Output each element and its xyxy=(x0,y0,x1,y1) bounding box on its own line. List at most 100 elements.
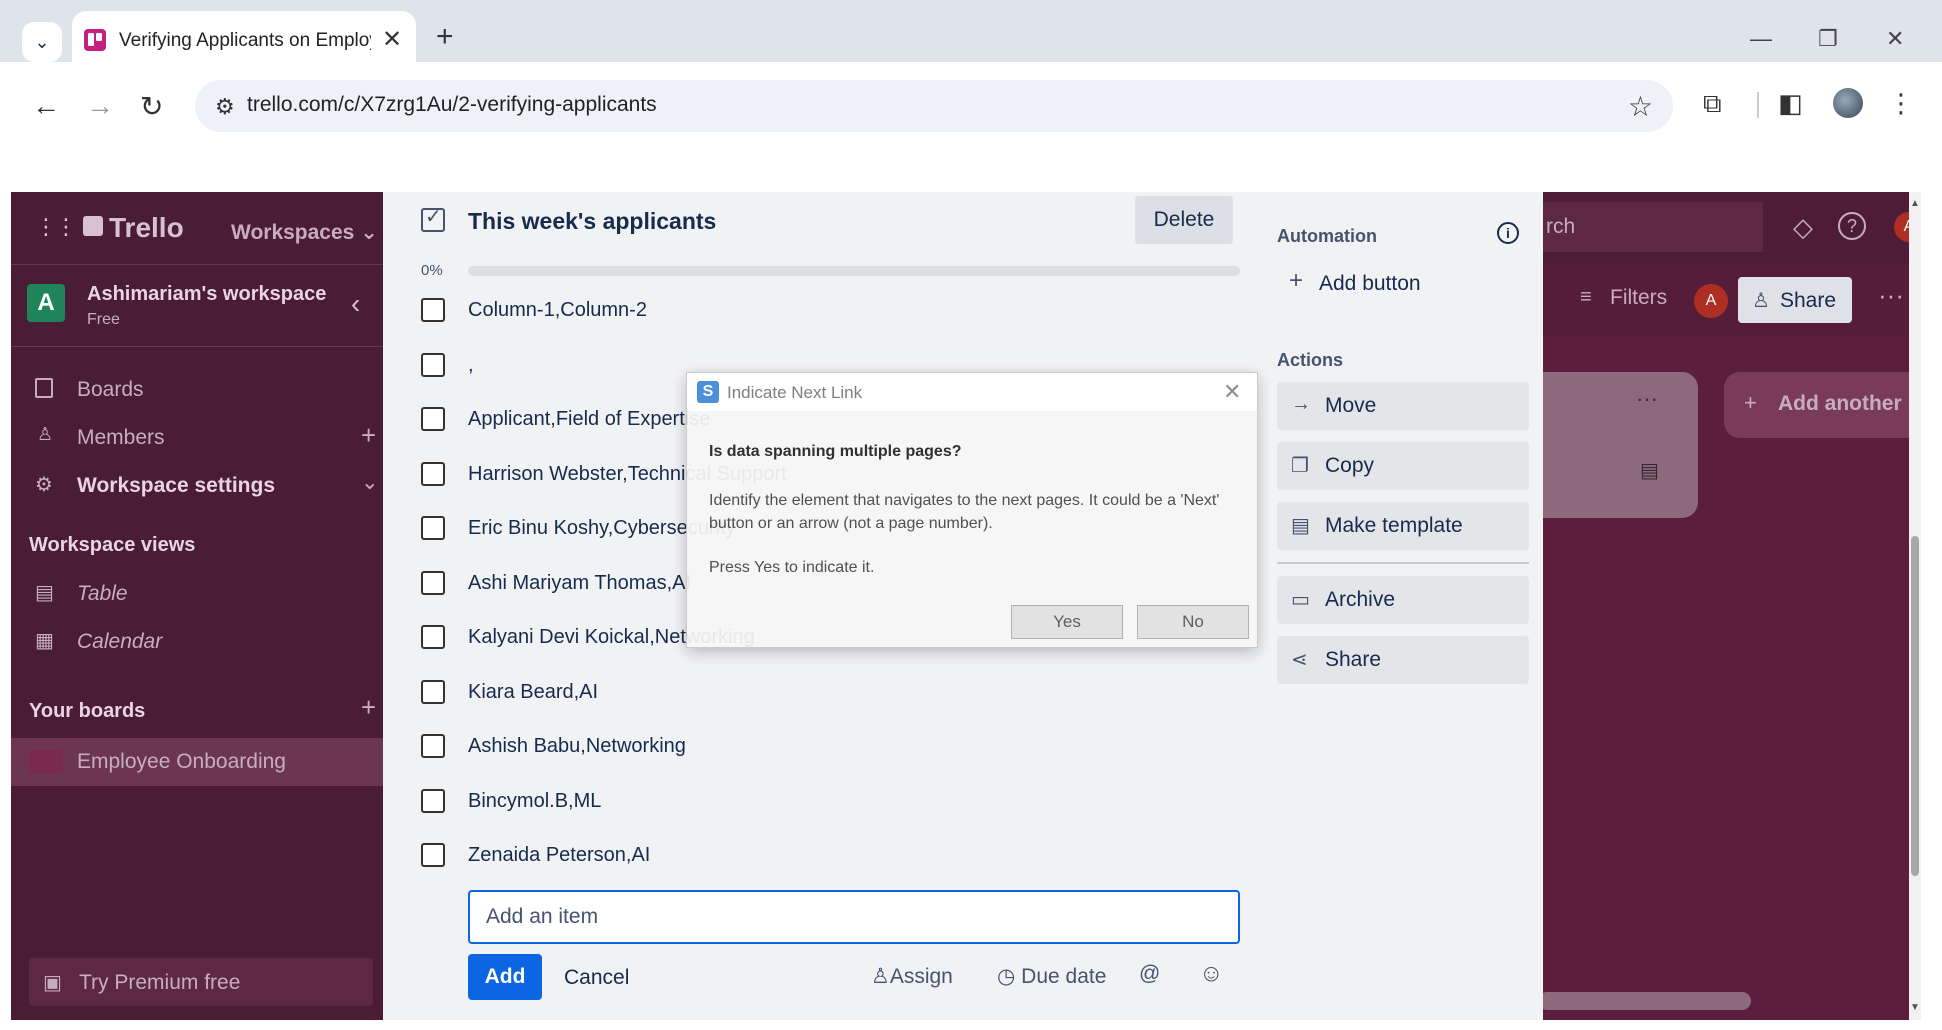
action-label: Share xyxy=(1325,648,1382,671)
close-window-icon[interactable]: ✕ xyxy=(1886,26,1904,52)
copy-button[interactable]: ❐ Copy xyxy=(1277,442,1529,490)
workspace-avatar: A xyxy=(27,284,65,322)
tab-search-button[interactable]: ⌄ xyxy=(22,22,62,62)
extensions-icon[interactable]: ⧉ xyxy=(1703,88,1722,120)
list-menu-icon[interactable]: ··· xyxy=(1636,386,1658,412)
restore-icon[interactable]: ❐ xyxy=(1818,26,1838,52)
item-checkbox[interactable] xyxy=(421,353,445,377)
item-text[interactable]: Kiara Beard,AI xyxy=(468,681,598,704)
assign-button[interactable]: ♙Assign xyxy=(871,964,953,989)
action-label: Move xyxy=(1325,394,1377,417)
url-text[interactable]: trello.com/c/X7zrg1Au/2-verifying-applic… xyxy=(247,93,657,117)
try-premium-button[interactable]: ▣ Try Premium free xyxy=(29,958,373,1006)
item-text[interactable]: , xyxy=(468,354,474,377)
vertical-scrollbar[interactable]: ▲ ▼ xyxy=(1909,192,1921,1020)
sidebar-board-employee-onboarding[interactable]: Employee Onboarding xyxy=(11,738,383,786)
back-icon[interactable]: ← xyxy=(32,90,60,122)
side-panel-icon[interactable]: ◧ xyxy=(1778,88,1803,119)
add-item-button[interactable]: Add xyxy=(468,954,542,1000)
close-icon[interactable]: ✕ xyxy=(1223,379,1241,405)
site-info-icon[interactable]: ⚙ xyxy=(215,94,235,120)
item-checkbox[interactable] xyxy=(421,462,445,486)
checklist-item[interactable]: Zenaida Peterson,AI xyxy=(413,833,1243,877)
close-tab-icon[interactable]: ✕ xyxy=(382,25,402,54)
share-board-button[interactable]: ♙ Share xyxy=(1738,277,1852,323)
checklist-item[interactable]: Column-1,Column-2 xyxy=(413,288,1243,332)
search-input[interactable]: rch xyxy=(1538,202,1763,252)
notifications-icon[interactable]: ◇ xyxy=(1793,212,1813,243)
scrollbar-thumb[interactable] xyxy=(1911,536,1919,876)
add-member-icon[interactable]: + xyxy=(361,420,376,451)
share-button[interactable]: ⋖ Share xyxy=(1277,636,1529,684)
delete-checklist-button[interactable]: Delete xyxy=(1135,196,1233,244)
reload-icon[interactable]: ↻ xyxy=(140,90,163,123)
checklist-icon: ✓ xyxy=(421,206,445,232)
item-checkbox[interactable] xyxy=(421,571,445,595)
item-text[interactable]: Applicant,Field of Expertise xyxy=(468,408,710,431)
sidebar-item-members[interactable]: ♙ Members + xyxy=(11,420,383,460)
make-template-button[interactable]: ▤ Make template xyxy=(1277,502,1529,550)
forward-icon[interactable]: → xyxy=(86,90,114,122)
info-icon[interactable]: i xyxy=(1497,222,1519,244)
sidebar-item-workspace-settings[interactable]: ⚙ Workspace settings ⌄ xyxy=(11,468,383,508)
item-text[interactable]: Bincymol.B,ML xyxy=(468,790,601,813)
scroll-down-arrow[interactable]: ▼ xyxy=(1910,1002,1920,1013)
action-label: Copy xyxy=(1325,454,1375,477)
new-tab-button[interactable]: + xyxy=(436,22,454,52)
item-checkbox[interactable] xyxy=(421,516,445,540)
no-button[interactable]: No xyxy=(1137,605,1249,639)
add-button-button[interactable]: + Add button xyxy=(1277,260,1529,306)
add-board-icon[interactable]: + xyxy=(361,692,376,723)
sidebar-item-label: Boards xyxy=(77,378,144,401)
tab-title: Verifying Applicants on Employ xyxy=(119,30,371,51)
mention-icon[interactable]: @ xyxy=(1139,962,1160,986)
action-label: Archive xyxy=(1325,588,1396,611)
sidebar-item-label: Calendar xyxy=(77,630,163,653)
item-text[interactable]: Column-1,Column-2 xyxy=(468,299,647,322)
filters-button[interactable]: Filters xyxy=(1610,286,1667,310)
move-button[interactable]: → Move xyxy=(1277,382,1529,430)
item-checkbox[interactable] xyxy=(421,298,445,322)
minimize-icon[interactable]: — xyxy=(1750,26,1772,52)
item-text[interactable]: Zenaida Peterson,AI xyxy=(468,844,650,867)
checklist-item[interactable]: Kiara Beard,AI xyxy=(413,670,1243,714)
horizontal-scrollbar[interactable] xyxy=(1538,992,1751,1010)
yes-button[interactable]: Yes xyxy=(1011,605,1123,639)
checklist-item[interactable]: Ashish Babu,Networking xyxy=(413,724,1243,768)
item-checkbox[interactable] xyxy=(421,625,445,649)
sidebar-item-table[interactable]: ▤ Table xyxy=(11,576,383,616)
star-icon[interactable]: ☆ xyxy=(1628,90,1653,123)
cancel-button[interactable]: Cancel xyxy=(564,966,629,990)
browser-tab[interactable]: Verifying Applicants on Employ ✕ xyxy=(72,11,416,62)
scroll-up-arrow[interactable]: ▲ xyxy=(1910,198,1920,209)
address-bar[interactable]: ⚙ trello.com/c/X7zrg1Au/2-verifying-appl… xyxy=(195,80,1673,132)
item-text[interactable]: Ashish Babu,Networking xyxy=(468,735,686,758)
add-another-list-button[interactable]: + Add another list xyxy=(1724,372,1921,438)
board-toolbar: ≡ Filters A ♙ Share ··· xyxy=(1538,264,1921,336)
item-text[interactable]: Ashi Mariyam Thomas,AI xyxy=(468,572,691,595)
collapse-sidebar-icon[interactable]: ‹ xyxy=(351,288,360,320)
archive-button[interactable]: ▭ Archive xyxy=(1277,576,1529,624)
help-icon[interactable]: ? xyxy=(1838,212,1866,240)
member-avatar[interactable]: A xyxy=(1694,284,1728,318)
item-checkbox[interactable] xyxy=(421,734,445,758)
sidebar-item-boards[interactable]: Boards xyxy=(11,372,383,412)
emoji-icon[interactable]: ☺ xyxy=(1199,960,1224,988)
add-item-placeholder: Add an item xyxy=(486,905,599,928)
chrome-menu-icon[interactable]: ⋮ xyxy=(1888,88,1914,119)
item-checkbox[interactable] xyxy=(421,680,445,704)
gear-icon: ⚙ xyxy=(35,474,53,496)
item-checkbox[interactable] xyxy=(421,789,445,813)
add-item-input[interactable]: Add an item xyxy=(468,890,1240,944)
board-menu-icon[interactable]: ··· xyxy=(1878,280,1904,311)
profile-avatar[interactable] xyxy=(1833,88,1863,118)
sidebar-item-calendar[interactable]: ▦ Calendar xyxy=(11,624,383,664)
template-icon[interactable]: ▤ xyxy=(1640,458,1659,483)
plus-icon: + xyxy=(1289,267,1304,294)
dialog-titlebar: S Indicate Next Link ✕ xyxy=(687,373,1257,411)
due-date-button[interactable]: ◷ Due date xyxy=(997,964,1106,989)
item-checkbox[interactable] xyxy=(421,407,445,431)
checklist-item[interactable]: Bincymol.B,ML xyxy=(413,779,1243,823)
item-checkbox[interactable] xyxy=(421,843,445,867)
workspaces-menu[interactable]: Workspaces ⌄ xyxy=(231,220,378,245)
